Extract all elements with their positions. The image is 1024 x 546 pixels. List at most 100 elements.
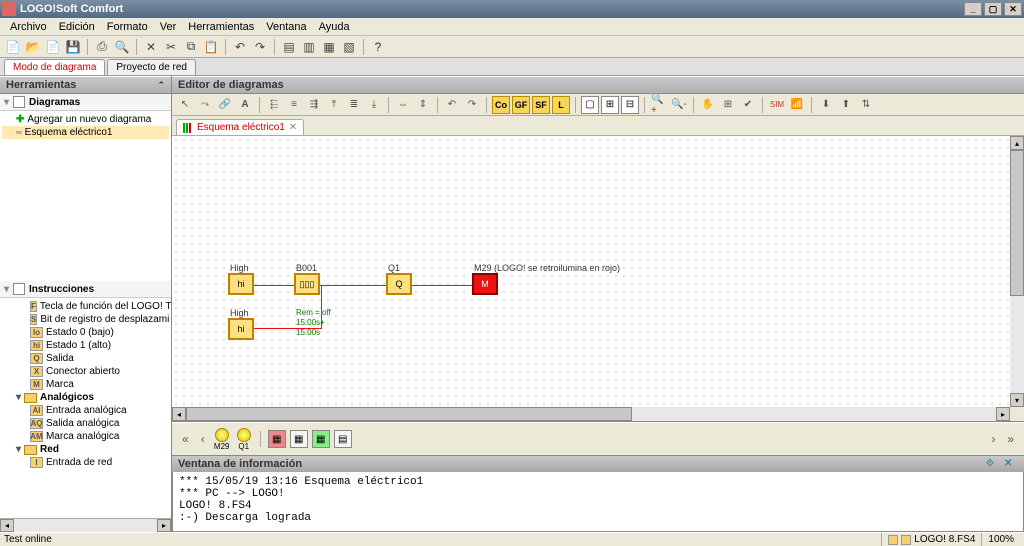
scroll-up-icon[interactable]: ▴ bbox=[1010, 136, 1024, 150]
sim-icon[interactable]: SIM bbox=[768, 96, 786, 114]
instr-item[interactable]: AIEntrada analógica bbox=[2, 404, 169, 417]
add-new-diagram[interactable]: ✚ Agregar un nuevo diagrama bbox=[2, 113, 169, 126]
close-tab-icon[interactable]: ✕ bbox=[289, 122, 297, 133]
align4-icon[interactable]: ▧ bbox=[340, 38, 358, 56]
diagram-canvas[interactable]: High hi High hi B001 ▯▯▯ Rem = off 15:00… bbox=[172, 136, 1024, 421]
block-m29[interactable]: M29 (LOGO! se retroilumina en rojo) M bbox=[472, 273, 498, 295]
preview-icon[interactable]: 🔍 bbox=[113, 38, 131, 56]
distv-icon[interactable]: ⇕ bbox=[414, 96, 432, 114]
redo-icon[interactable]: ↷ bbox=[251, 38, 269, 56]
collapse-icon[interactable]: ⌃ bbox=[157, 80, 165, 91]
delete-icon[interactable]: ✕ bbox=[142, 38, 160, 56]
instr-item[interactable]: FTecla de función del LOGO! T bbox=[2, 300, 169, 313]
pointer-icon[interactable]: ↖ bbox=[176, 96, 194, 114]
instr-item[interactable]: IEntrada de red bbox=[2, 456, 169, 469]
instr-item[interactable]: loEstado 0 (bajo) bbox=[2, 326, 169, 339]
menu-ayuda[interactable]: Ayuda bbox=[313, 19, 356, 35]
copy-icon[interactable]: ⧉ bbox=[182, 38, 200, 56]
group-analogicos[interactable]: ▾ Analógicos bbox=[2, 391, 169, 404]
scroll-left2-icon[interactable]: ◂ bbox=[172, 407, 186, 421]
align2-icon[interactable]: ▥ bbox=[300, 38, 318, 56]
alignc-icon[interactable]: ≡ bbox=[285, 96, 303, 114]
info-pin-icon[interactable]: ⟐ bbox=[986, 458, 1000, 470]
sim-output-q1[interactable]: Q1 bbox=[235, 428, 253, 451]
zoomout-icon[interactable]: 🔍- bbox=[670, 96, 688, 114]
alignb-icon[interactable]: ⤓ bbox=[365, 96, 383, 114]
page2-icon[interactable]: ⊞ bbox=[601, 96, 619, 114]
tab-proyecto-red[interactable]: Proyecto de red bbox=[107, 59, 196, 75]
block-high2[interactable]: High hi bbox=[228, 318, 254, 340]
dl2-icon[interactable]: ⬆ bbox=[837, 96, 855, 114]
grid-icon[interactable]: ⊞ bbox=[719, 96, 737, 114]
paste-icon[interactable]: 📋 bbox=[202, 38, 220, 56]
save-icon[interactable]: 💾 bbox=[64, 38, 82, 56]
dl3-icon[interactable]: ⇅ bbox=[857, 96, 875, 114]
undo2-icon[interactable]: ↶ bbox=[443, 96, 461, 114]
sim-prev1-icon[interactable]: ‹ bbox=[197, 432, 209, 446]
page1-icon[interactable]: ▢ bbox=[581, 96, 599, 114]
sim-btn2-icon[interactable]: ▦ bbox=[290, 430, 308, 448]
instr-item[interactable]: SBit de registro de desplazami bbox=[2, 313, 169, 326]
cut-icon[interactable]: ✂ bbox=[162, 38, 180, 56]
sim-prev-icon[interactable]: « bbox=[178, 432, 193, 446]
sim-btn3-icon[interactable]: ▦ bbox=[312, 430, 330, 448]
diagram-item-1[interactable]: ▫▫ Esquema eléctrico1 bbox=[2, 126, 169, 139]
co-icon[interactable]: Co bbox=[492, 96, 510, 114]
block-b001[interactable]: B001 ▯▯▯ bbox=[294, 273, 320, 295]
dl1-icon[interactable]: ⬇ bbox=[817, 96, 835, 114]
align1-icon[interactable]: ▤ bbox=[280, 38, 298, 56]
scroll-right2-icon[interactable]: ▸ bbox=[996, 407, 1010, 421]
minimize-button[interactable]: _ bbox=[964, 2, 982, 16]
sf-icon[interactable]: SF bbox=[532, 96, 550, 114]
menu-herramientas[interactable]: Herramientas bbox=[182, 19, 260, 35]
left-hscroll[interactable]: ◂ ▸ bbox=[0, 518, 171, 532]
menu-archivo[interactable]: Archivo bbox=[4, 19, 53, 35]
close-button[interactable]: ✕ bbox=[1004, 2, 1022, 16]
scroll-left-icon[interactable]: ◂ bbox=[0, 519, 14, 532]
scroll-right-icon[interactable]: ▸ bbox=[157, 519, 171, 532]
signal-icon[interactable]: 📶 bbox=[788, 96, 806, 114]
instr-item[interactable]: QSalida bbox=[2, 352, 169, 365]
sim-next1-icon[interactable]: › bbox=[987, 432, 999, 446]
l-icon[interactable]: L bbox=[552, 96, 570, 114]
block-high1[interactable]: High hi bbox=[228, 273, 254, 295]
text-icon[interactable]: A bbox=[236, 96, 254, 114]
instr-item[interactable]: XConector abierto bbox=[2, 365, 169, 378]
canvas-vscroll[interactable]: ▴ ▾ bbox=[1010, 136, 1024, 407]
maximize-button[interactable]: ▢ bbox=[984, 2, 1002, 16]
sim-output-m29[interactable]: M29 bbox=[213, 428, 231, 451]
align3-icon[interactable]: ▦ bbox=[320, 38, 338, 56]
check-icon[interactable]: ✔ bbox=[739, 96, 757, 114]
undo-icon[interactable]: ↶ bbox=[231, 38, 249, 56]
page3-icon[interactable]: ⊟ bbox=[621, 96, 639, 114]
block-q1[interactable]: Q1 Q bbox=[386, 273, 412, 295]
disth-icon[interactable]: ⇔ bbox=[394, 96, 412, 114]
instr-item[interactable]: AMMarca analógica bbox=[2, 430, 169, 443]
menu-edicion[interactable]: Edición bbox=[53, 19, 101, 35]
sim-next-icon[interactable]: » bbox=[1003, 432, 1018, 446]
open-icon[interactable]: 📂 bbox=[24, 38, 42, 56]
hand-icon[interactable]: ✋ bbox=[699, 96, 717, 114]
alignm-icon[interactable]: ≣ bbox=[345, 96, 363, 114]
redo2-icon[interactable]: ↷ bbox=[463, 96, 481, 114]
menu-ventana[interactable]: Ventana bbox=[260, 19, 312, 35]
info-close-icon[interactable]: ✕ bbox=[1004, 458, 1018, 470]
print-icon[interactable]: ⎙ bbox=[93, 38, 111, 56]
instr-item[interactable]: MMarca bbox=[2, 378, 169, 391]
diagram-tab-1[interactable]: Esquema eléctrico1 ✕ bbox=[176, 119, 304, 135]
canvas-hscroll[interactable]: ◂ ▸ bbox=[172, 407, 1010, 421]
close-doc-icon[interactable]: 📄 bbox=[44, 38, 62, 56]
menu-formato[interactable]: Formato bbox=[101, 19, 154, 35]
diagrams-header[interactable]: ▾ Diagramas bbox=[0, 94, 171, 111]
instructions-header[interactable]: ▾ Instrucciones bbox=[0, 281, 171, 298]
connector-icon[interactable]: ⤳ bbox=[196, 96, 214, 114]
sim-btn1-icon[interactable]: ▦ bbox=[268, 430, 286, 448]
gf-icon[interactable]: GF bbox=[512, 96, 530, 114]
instr-item[interactable]: hiEstado 1 (alto) bbox=[2, 339, 169, 352]
zoomin-icon[interactable]: 🔍+ bbox=[650, 96, 668, 114]
sim-btn4-icon[interactable]: ▤ bbox=[334, 430, 352, 448]
scroll-down-icon[interactable]: ▾ bbox=[1010, 393, 1024, 407]
alignr-icon[interactable]: ⇶ bbox=[305, 96, 323, 114]
new-icon[interactable]: 📄 bbox=[4, 38, 22, 56]
menu-ver[interactable]: Ver bbox=[154, 19, 183, 35]
